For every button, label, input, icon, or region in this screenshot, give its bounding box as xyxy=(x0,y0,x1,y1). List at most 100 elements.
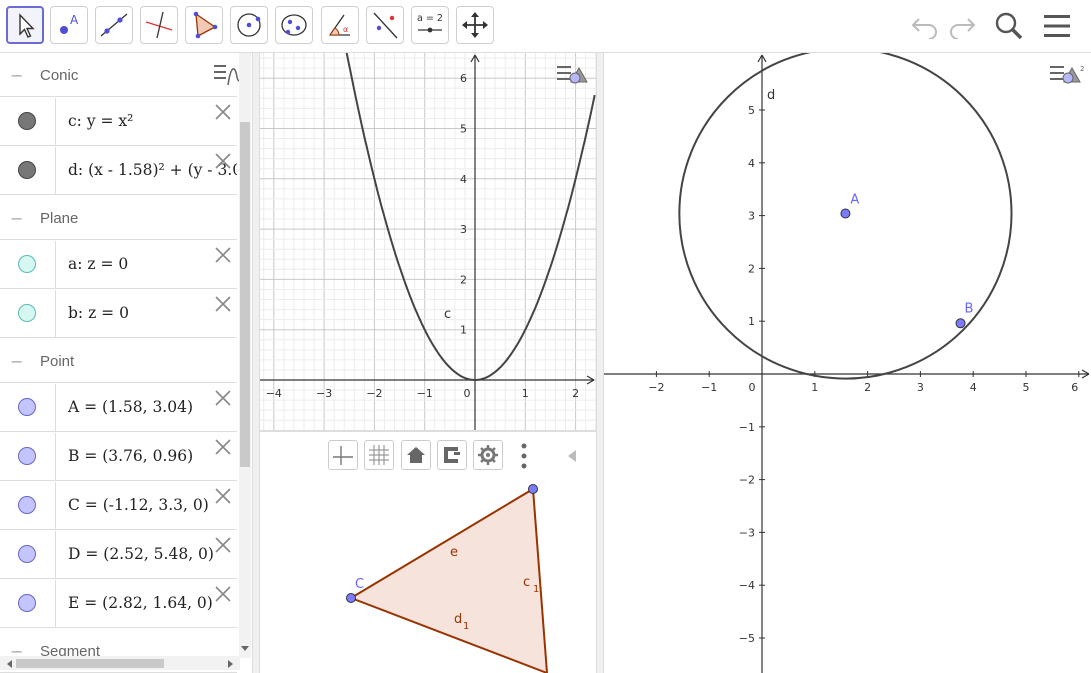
algebra-expression[interactable]: C = (-1.12, 3.3, 0) xyxy=(68,496,209,514)
point-tool[interactable]: A xyxy=(50,6,88,44)
search-icon xyxy=(995,12,1023,40)
visibility-toggle[interactable] xyxy=(0,290,56,337)
delete-icon[interactable] xyxy=(213,535,233,555)
color-dot xyxy=(18,594,36,612)
delete-icon[interactable] xyxy=(213,245,233,265)
x-tick-label: 1 xyxy=(522,387,529,400)
algebra-expression[interactable]: E = (2.82, 1.64, 0) xyxy=(68,594,213,612)
algebra-item-a[interactable]: a: z = 0 xyxy=(0,241,237,289)
algebra-item-point-c[interactable]: C = (-1.12, 3.3, 0) xyxy=(0,482,237,530)
undo-button[interactable] xyxy=(909,10,941,42)
projection-button[interactable] xyxy=(437,440,467,470)
visibility-toggle[interactable] xyxy=(0,147,56,194)
y-tick-label: −4 xyxy=(739,579,755,592)
algebra-item-point-a[interactable]: A = (1.58, 3.04) xyxy=(0,384,237,432)
scroll-right-icon[interactable] xyxy=(226,658,236,670)
circle-label: d xyxy=(767,88,775,103)
standard-view-button[interactable] xyxy=(401,440,431,470)
collapse-icon[interactable]: − xyxy=(10,68,24,84)
collapse-icon[interactable]: − xyxy=(10,354,24,370)
move-tool[interactable] xyxy=(6,6,44,44)
panel-divider[interactable] xyxy=(252,53,260,673)
projection-icon xyxy=(444,447,460,463)
delete-icon[interactable] xyxy=(213,388,233,408)
algebra-item-point-b[interactable]: B = (3.76, 0.96) xyxy=(0,433,237,481)
algebra-expression[interactable]: B = (3.76, 0.96) xyxy=(68,447,193,465)
perpendicular-line-icon xyxy=(145,11,173,39)
algebra-item-d[interactable]: d: (x - 1.58)² + (y - 3.04)² = 8.76 xyxy=(0,147,237,195)
visibility-toggle[interactable] xyxy=(0,482,56,529)
slider-tool[interactable]: a = 2 xyxy=(411,6,449,44)
point-c-label: C xyxy=(355,577,364,592)
x-tick-label: 0 xyxy=(464,387,471,400)
x-tick-label: −2 xyxy=(366,387,382,400)
algebra-item-point-d[interactable]: D = (2.52, 5.48, 0) xyxy=(0,531,237,579)
reflect-tool[interactable] xyxy=(366,6,404,44)
graphics-3d-view[interactable]: Cec 1d 1 xyxy=(260,475,596,673)
redo-button[interactable] xyxy=(946,10,978,42)
algebra-expression[interactable]: A = (1.58, 3.04) xyxy=(68,398,193,416)
panel-divider[interactable] xyxy=(596,53,604,673)
category-label: Plane xyxy=(40,210,79,227)
show-grid-button[interactable] xyxy=(364,440,394,470)
graphics-view-1[interactable]: −4 −3 −2 −1 0 1 2 1 2 3 4 5 6 c xyxy=(260,53,596,430)
point-b xyxy=(955,318,966,329)
algebra-expression[interactable]: b: z = 0 xyxy=(68,304,129,322)
algebra-item-c[interactable]: c: y = x² xyxy=(0,98,237,146)
main-menu-button[interactable] xyxy=(1041,10,1073,42)
algebra-expression[interactable]: D = (2.52, 5.48, 0) xyxy=(68,545,214,563)
graphics-style-bar-toggle-icon[interactable] xyxy=(555,62,591,88)
svg-text:A: A xyxy=(70,13,79,27)
y-tick-label: 5 xyxy=(748,104,755,117)
algebra-expression[interactable]: a: z = 0 xyxy=(68,255,128,273)
graphics-2-style-bar-toggle-icon[interactable]: 2 xyxy=(1048,62,1086,88)
category-plane[interactable]: − Plane xyxy=(0,196,237,240)
x-tick-label: 4 xyxy=(970,381,977,394)
category-point[interactable]: − Point xyxy=(0,339,237,383)
show-axes-button[interactable] xyxy=(328,440,358,470)
settings-button[interactable] xyxy=(473,440,503,470)
perpendicular-line-tool[interactable] xyxy=(140,6,178,44)
algebra-item-point-e[interactable]: E = (2.82, 1.64, 0) xyxy=(0,580,237,628)
scroll-left-icon[interactable] xyxy=(4,658,14,670)
visibility-toggle[interactable] xyxy=(0,384,56,431)
line-tool[interactable] xyxy=(95,6,133,44)
more-options-icon[interactable] xyxy=(518,442,530,470)
scroll-thumb[interactable] xyxy=(16,659,164,668)
collapse-style-bar-icon[interactable] xyxy=(566,448,578,464)
visibility-toggle[interactable] xyxy=(0,241,56,288)
visibility-toggle[interactable] xyxy=(0,433,56,480)
circle-icon xyxy=(237,13,261,37)
angle-tool[interactable]: α xyxy=(321,6,359,44)
circle-center-point-tool[interactable] xyxy=(230,6,268,44)
y-tick-label: 2 xyxy=(460,273,467,286)
algebra-item-b[interactable]: b: z = 0 xyxy=(0,290,237,338)
visibility-toggle[interactable] xyxy=(0,531,56,578)
ellipse-tool[interactable] xyxy=(275,6,313,44)
delete-icon[interactable] xyxy=(213,151,233,171)
polygon-tool[interactable] xyxy=(185,6,223,44)
x-tick-label: 5 xyxy=(1023,381,1030,394)
delete-icon[interactable] xyxy=(213,437,233,457)
scroll-thumb[interactable] xyxy=(240,122,250,467)
point-d xyxy=(528,484,538,494)
delete-icon[interactable] xyxy=(213,584,233,604)
x-tick-label: −3 xyxy=(316,387,332,400)
delete-icon[interactable] xyxy=(213,294,233,314)
graphics-view-2[interactable]: −2 −1 0 1 2 3 4 5 6 5 4 3 2 1 −1 −2 −3 −4 −5 d A B xyxy=(604,53,1091,673)
search-button[interactable] xyxy=(993,10,1025,42)
collapse-icon[interactable]: − xyxy=(10,211,24,227)
delete-icon[interactable] xyxy=(213,486,233,506)
algebra-expression[interactable]: d: (x - 1.58)² + (y - 3.04)² = 8.76 xyxy=(68,161,237,179)
grid-icon xyxy=(369,445,389,465)
y-tick-label: −5 xyxy=(739,632,755,645)
x-tick-label: −2 xyxy=(648,381,664,394)
delete-icon[interactable] xyxy=(213,102,233,122)
category-conic[interactable]: − Conic xyxy=(0,53,237,97)
algebra-expression[interactable]: c: y = x² xyxy=(68,112,133,130)
move-graphics-view-tool[interactable] xyxy=(456,6,494,44)
scroll-down-icon[interactable] xyxy=(239,643,251,653)
visibility-toggle[interactable] xyxy=(0,98,56,145)
x-tick-label: 2 xyxy=(864,381,871,394)
visibility-toggle[interactable] xyxy=(0,580,56,627)
